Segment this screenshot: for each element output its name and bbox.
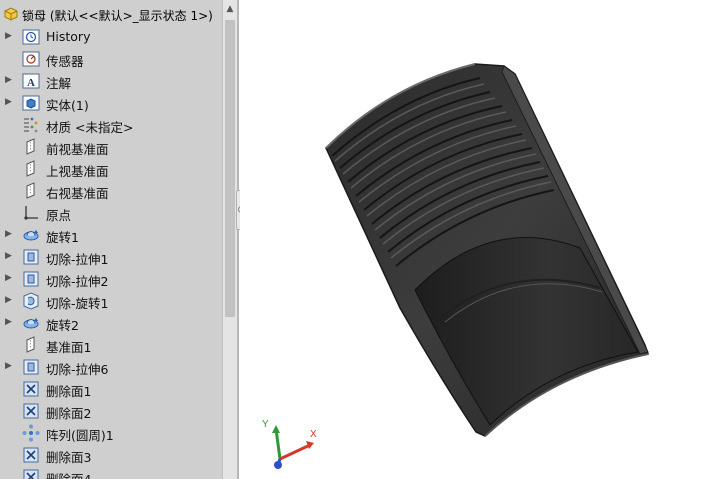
history-icon <box>22 28 40 46</box>
tree-item[interactable]: ▶ 旋转2 <box>0 312 222 334</box>
tree-item-label: 删除面3 <box>46 450 92 465</box>
tree-root-label: 锁母 (默认<<默认>_显示状态 1>) <box>22 9 213 23</box>
tree-item[interactable]: ▶ 切除-拉伸2 <box>0 268 222 290</box>
delete-face-icon <box>22 468 40 479</box>
tree-scrollbar[interactable]: ▲ <box>222 0 237 479</box>
tree-root-part[interactable]: 锁母 (默认<<默认>_显示状态 1>) <box>0 4 222 24</box>
tree-item-label: 前视基准面 <box>46 142 109 157</box>
solid-bodies-icon <box>22 94 40 112</box>
y-axis-arrow <box>274 428 282 460</box>
scroll-thumb[interactable] <box>225 20 235 317</box>
expand-arrow-icon[interactable]: ▶ <box>5 273 12 283</box>
tree-item[interactable]: 删除面4 <box>0 466 222 479</box>
expand-arrow-icon[interactable]: ▶ <box>5 295 12 305</box>
revolve-icon <box>22 314 40 332</box>
tree-item-label: 实体(1) <box>46 98 89 113</box>
tree-item-label: 旋转2 <box>46 318 79 333</box>
y-axis-label: Y <box>262 419 269 430</box>
tree-item[interactable]: ▶ 切除-旋转1 <box>0 290 222 312</box>
svg-text:A: A <box>27 77 35 89</box>
tree-item-label: 删除面2 <box>46 406 92 421</box>
tree-item-label: 切除-旋转1 <box>46 296 109 311</box>
expand-arrow-icon[interactable]: ▶ <box>5 31 12 41</box>
tree-item-label: 阵列(圆周)1 <box>46 428 114 443</box>
tree-item[interactable]: 阵列(圆周)1 <box>0 422 222 444</box>
feature-manager-tree: 锁母 (默认<<默认>_显示状态 1>) ▶ History 传感器 ▶ A 注解 ▶ 实体(… <box>0 0 222 479</box>
tree-item-label: History <box>46 29 91 44</box>
tree-item-label: 材质 <未指定> <box>46 120 134 135</box>
tree-item-label: 切除-拉伸6 <box>46 362 109 377</box>
plane-icon <box>22 160 40 178</box>
tree-item[interactable]: 基准面1 <box>0 334 222 356</box>
sensor-icon <box>22 50 40 68</box>
plane-icon <box>22 336 40 354</box>
annotation-icon: A <box>22 72 40 90</box>
expand-arrow-icon[interactable]: ▶ <box>5 317 12 327</box>
tree-item[interactable]: 上视基准面 <box>0 158 222 180</box>
part-icon <box>3 6 19 22</box>
cut-revolve-icon <box>22 292 40 310</box>
tree-item[interactable]: 删除面2 <box>0 400 222 422</box>
tree-item[interactable]: 原点 <box>0 202 222 224</box>
tree-item-label: 删除面1 <box>46 384 92 399</box>
tree-item[interactable]: 前视基准面 <box>0 136 222 158</box>
delete-face-icon <box>22 380 40 398</box>
axis-triad: Y X <box>262 419 317 469</box>
tree-item[interactable]: ▶ 切除-拉伸6 <box>0 356 222 378</box>
tree-item[interactable]: ▶ 切除-拉伸1 <box>0 246 222 268</box>
tree-item-label: 基准面1 <box>46 340 92 355</box>
tree-item-label: 右视基准面 <box>46 186 109 201</box>
expand-arrow-icon[interactable]: ▶ <box>5 75 12 85</box>
delete-face-icon <box>22 402 40 420</box>
revolve-icon <box>22 226 40 244</box>
origin-icon <box>22 204 40 222</box>
expand-arrow-icon[interactable]: ▶ <box>5 229 12 239</box>
expand-arrow-icon[interactable]: ▶ <box>5 361 12 371</box>
panel-splitter[interactable] <box>237 0 239 479</box>
plane-icon <box>22 182 40 200</box>
tree-item-label: 删除面4 <box>46 469 91 479</box>
tree-item[interactable]: ▶ 旋转1 <box>0 224 222 246</box>
cut-extrude-icon <box>22 248 40 266</box>
tree-item[interactable]: ▶ A 注解 <box>0 70 222 92</box>
tree-item-label: 切除-拉伸1 <box>46 252 109 267</box>
circular-pattern-icon <box>22 424 40 442</box>
tree-item[interactable]: ▶ 实体(1) <box>0 92 222 114</box>
tree-item-label: 原点 <box>46 208 72 223</box>
x-axis-arrow <box>279 443 311 461</box>
expand-arrow-icon[interactable]: ▶ <box>5 251 12 261</box>
tree-item-label: 注解 <box>46 76 72 91</box>
expand-arrow-icon[interactable]: ▶ <box>5 97 12 107</box>
cut-extrude-icon <box>22 358 40 376</box>
tree-item[interactable]: 删除面1 <box>0 378 222 400</box>
material-icon <box>22 116 40 134</box>
tree-item[interactable]: 删除面3 <box>0 444 222 466</box>
plane-icon <box>22 138 40 156</box>
tree-item[interactable]: 传感器 <box>0 48 222 70</box>
tree-item[interactable]: 右视基准面 <box>0 180 222 202</box>
tree-item[interactable]: ▶ History <box>0 26 222 48</box>
tree-item-label: 切除-拉伸2 <box>46 274 109 289</box>
x-axis-label: X <box>310 429 317 440</box>
delete-face-icon <box>22 446 40 464</box>
tree-item-label: 上视基准面 <box>46 164 109 179</box>
cut-extrude-icon <box>22 270 40 288</box>
part-model-3d[interactable] <box>240 0 708 479</box>
scroll-up-icon[interactable]: ▲ <box>223 4 237 14</box>
tree-item-label: 传感器 <box>46 54 84 69</box>
tree-item-label: 旋转1 <box>46 230 79 245</box>
graphics-area[interactable]: Y X <box>240 0 708 479</box>
tree-item[interactable]: 材质 <未指定> <box>0 114 222 136</box>
